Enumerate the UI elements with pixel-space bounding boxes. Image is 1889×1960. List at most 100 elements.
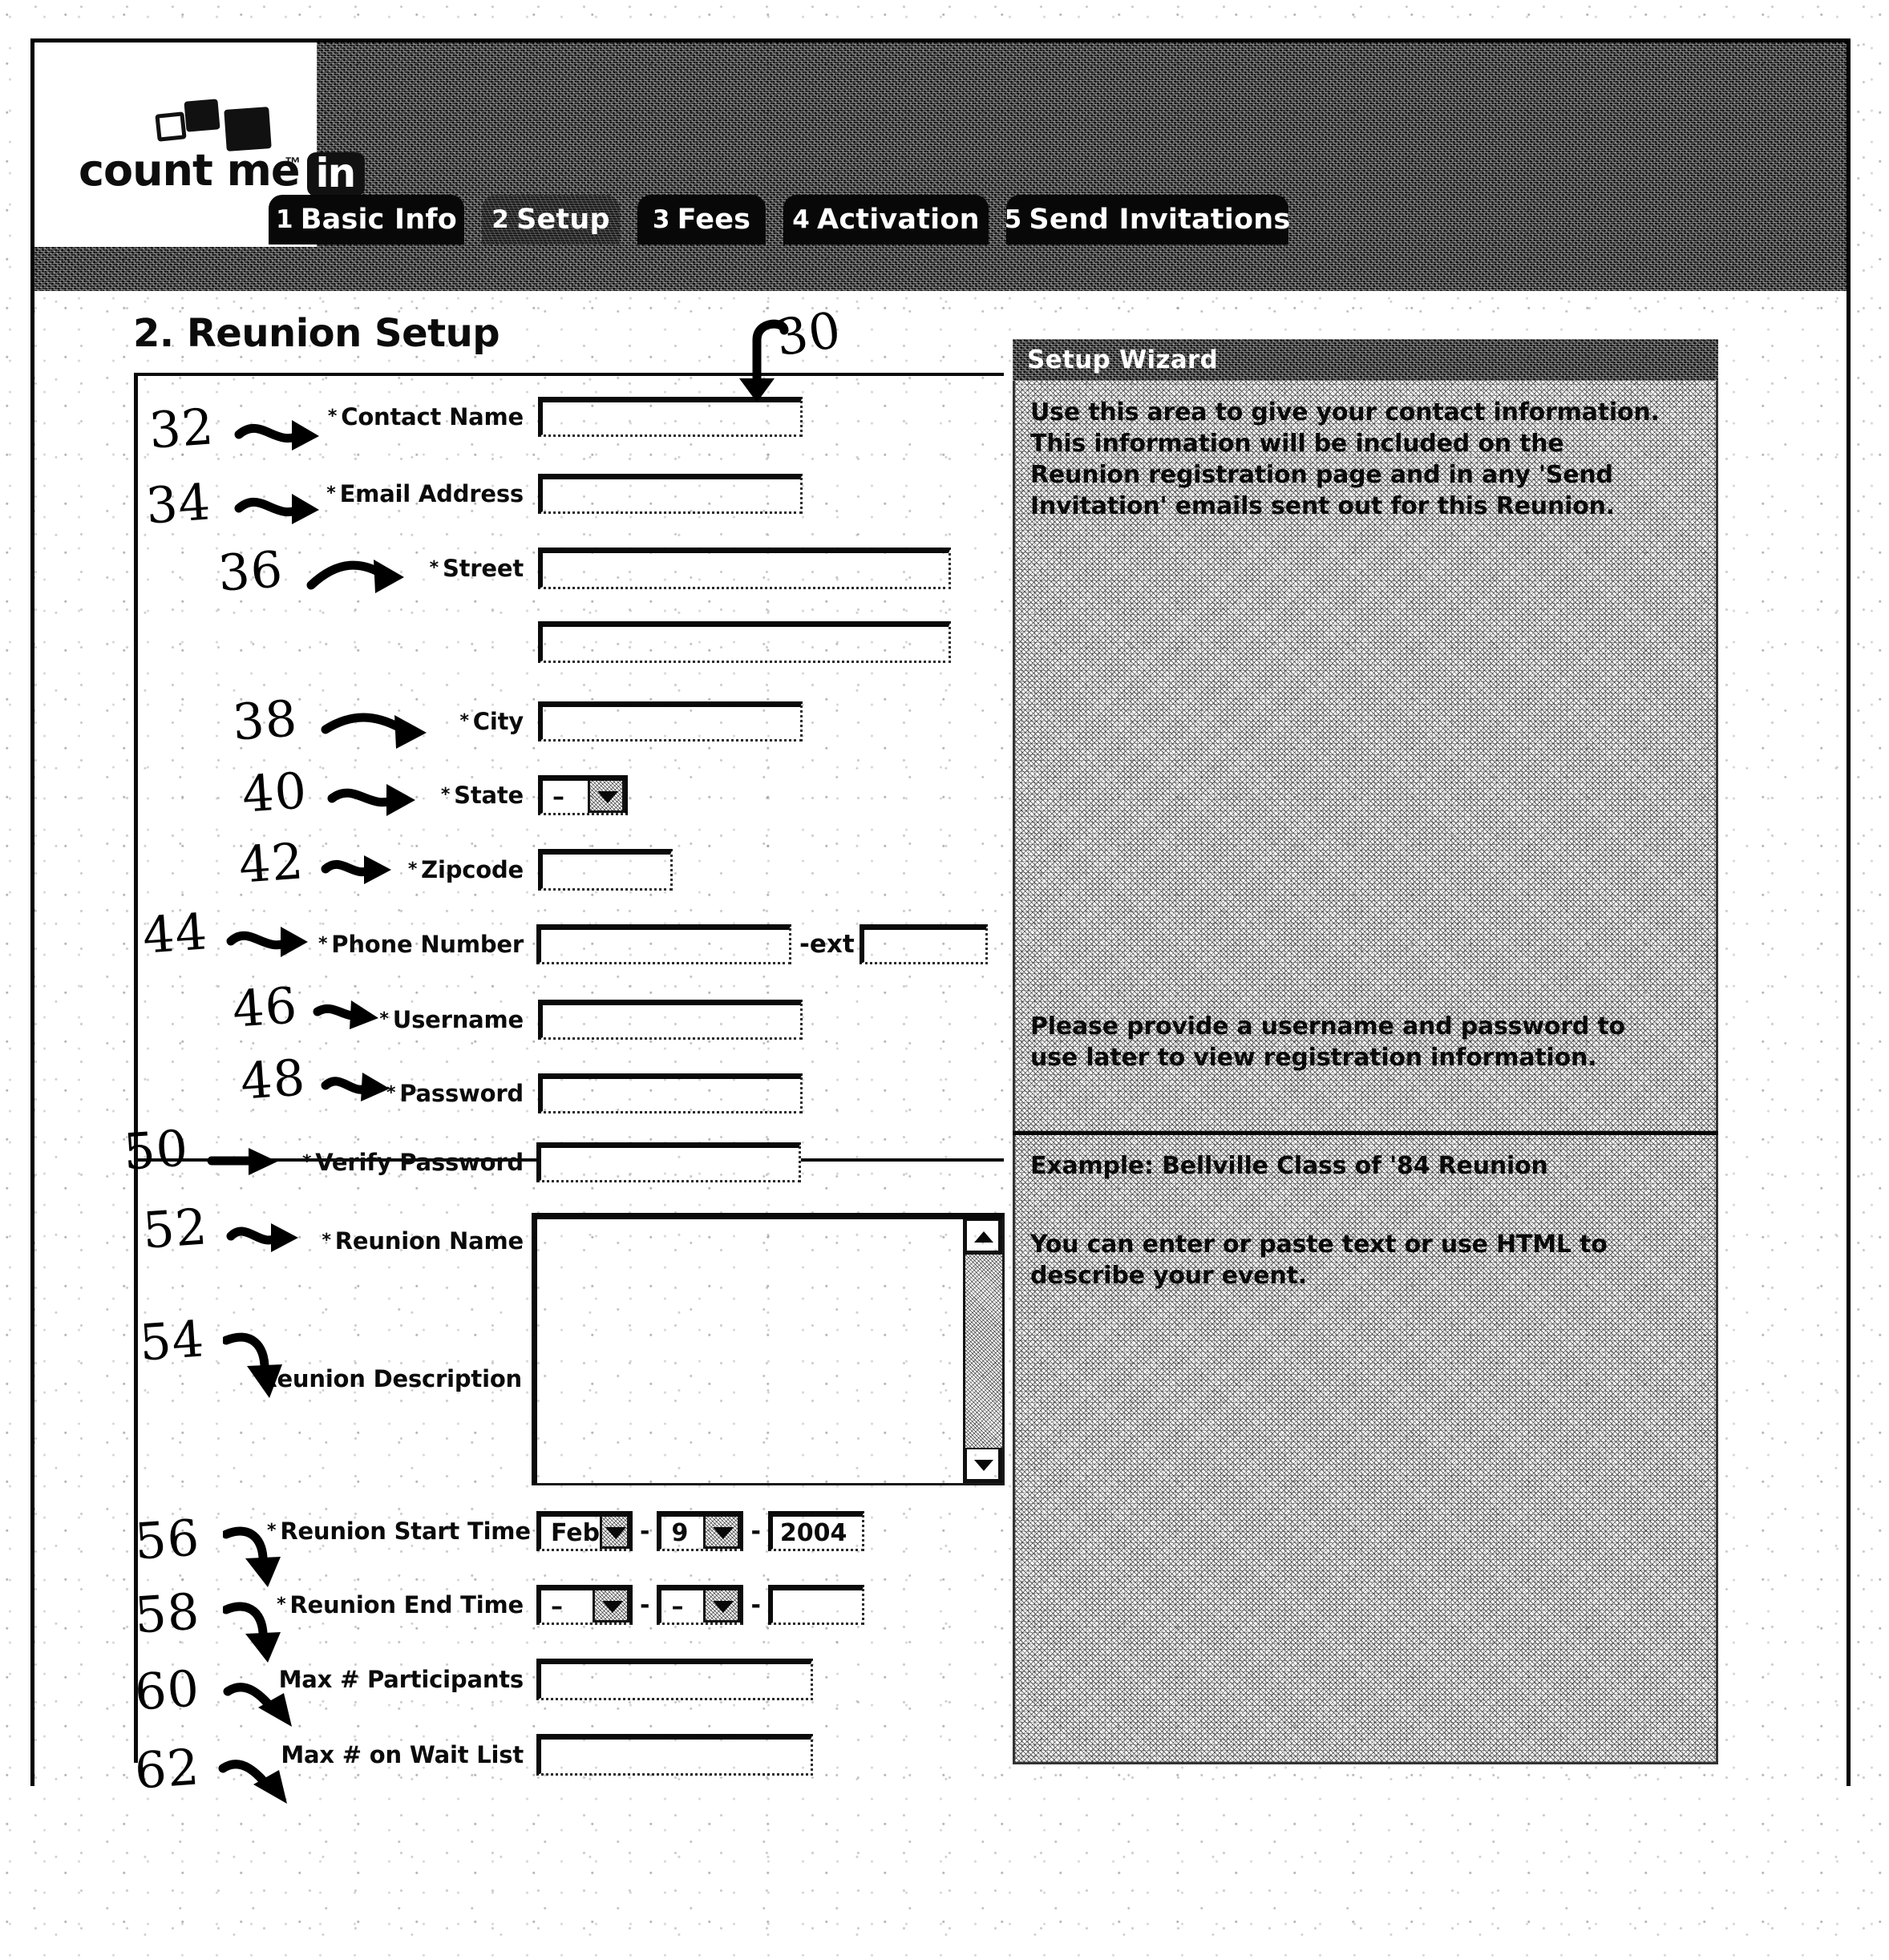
logo-in-badge: in bbox=[306, 152, 366, 196]
tab-activation-label: Activation bbox=[817, 204, 980, 236]
setup-wizard-paragraph-credentials: Please provide a username and password t… bbox=[1030, 1012, 1625, 1072]
callout-58: 58 bbox=[132, 1582, 202, 1645]
chevron-down-icon[interactable] bbox=[593, 1590, 629, 1623]
page-title: 2. Reunion Setup bbox=[133, 311, 500, 356]
callout-46-arrow-icon bbox=[313, 1000, 378, 1029]
chevron-down-icon[interactable] bbox=[600, 1517, 629, 1549]
callout-60-arrow-icon bbox=[223, 1683, 292, 1727]
label-username-text: Username bbox=[392, 1006, 524, 1033]
chevron-down-icon[interactable] bbox=[588, 781, 625, 813]
input-password[interactable] bbox=[538, 1073, 803, 1113]
callout-54: 54 bbox=[137, 1309, 207, 1372]
callout-38: 38 bbox=[230, 689, 300, 752]
select-start-day[interactable]: 9 bbox=[657, 1511, 744, 1551]
setup-wizard-title: Setup Wizard bbox=[1027, 346, 1219, 374]
field-row-max-participants: Max # Participants bbox=[267, 1659, 1005, 1700]
required-mark: * bbox=[440, 785, 451, 805]
label-zipcode-text: Zipcode bbox=[421, 856, 524, 883]
input-city[interactable] bbox=[538, 701, 803, 742]
label-reunion-name-text: Reunion Name bbox=[334, 1227, 524, 1255]
field-row-contact-name: * Contact Name bbox=[291, 397, 1005, 437]
callout-40-arrow-icon bbox=[327, 784, 415, 816]
input-street-line2[interactable] bbox=[538, 621, 951, 663]
required-mark: * bbox=[322, 1231, 331, 1251]
callout-42: 42 bbox=[237, 831, 306, 895]
label-reunion-start-time: * Reunion Start Time bbox=[267, 1517, 531, 1545]
required-mark: * bbox=[459, 711, 469, 731]
input-max-wait-list[interactable] bbox=[536, 1734, 813, 1776]
callout-48: 48 bbox=[238, 1048, 308, 1111]
callout-56: 56 bbox=[132, 1508, 202, 1571]
select-state-value: – bbox=[552, 782, 564, 811]
callout-34-arrow-icon bbox=[234, 494, 319, 524]
app-header: count me in ™ 1 Basic Info 2 Setup 3 Fees… bbox=[34, 42, 1847, 309]
tab-basic-info[interactable]: 1 Basic Info bbox=[269, 195, 464, 244]
tab-fees-number: 3 bbox=[652, 205, 670, 234]
input-phone-number[interactable] bbox=[536, 924, 791, 964]
input-username[interactable] bbox=[538, 1000, 803, 1040]
input-end-year[interactable] bbox=[767, 1585, 864, 1625]
select-end-day[interactable]: – bbox=[657, 1585, 744, 1625]
select-start-month-value: Feb bbox=[551, 1518, 601, 1547]
setup-wizard-paragraph-contact: Use this area to give your contact infor… bbox=[1030, 398, 1660, 520]
label-city-text: City bbox=[472, 708, 524, 735]
logo-wordmark: count me in bbox=[79, 145, 366, 196]
logo-square-outline-icon bbox=[155, 111, 187, 142]
date-separator-1: - bbox=[640, 1517, 650, 1546]
callout-36: 36 bbox=[216, 540, 285, 603]
input-max-participants[interactable] bbox=[536, 1659, 813, 1700]
callout-40: 40 bbox=[240, 761, 309, 824]
tab-send-invitations-label: Send Invitations bbox=[1029, 204, 1291, 236]
input-email-address[interactable] bbox=[538, 474, 803, 514]
input-verify-password[interactable] bbox=[536, 1142, 801, 1182]
input-start-year[interactable]: 2004 bbox=[767, 1511, 864, 1551]
callout-42-arrow-icon bbox=[321, 855, 391, 884]
select-start-day-value: 9 bbox=[671, 1518, 689, 1547]
select-end-month[interactable]: – bbox=[536, 1585, 633, 1625]
tab-basic-info-label: Basic Info bbox=[300, 204, 458, 236]
field-row-email-address: * Email Address bbox=[291, 474, 1005, 514]
tab-fees[interactable]: 3 Fees bbox=[637, 195, 766, 244]
label-contact-name-text: Contact Name bbox=[341, 403, 524, 430]
input-phone-extension[interactable] bbox=[859, 924, 988, 964]
label-reunion-start-time-text: Reunion Start Time bbox=[280, 1517, 531, 1545]
tab-setup-label: Setup bbox=[516, 204, 610, 236]
field-row-max-wait-list: Max # on Wait List bbox=[267, 1734, 1005, 1776]
scroll-down-icon[interactable] bbox=[965, 1448, 1002, 1483]
label-state-text: State bbox=[454, 782, 524, 809]
tab-setup-number: 2 bbox=[491, 205, 510, 234]
date-separator-4: - bbox=[750, 1590, 761, 1619]
logo-square-mid-icon bbox=[184, 99, 220, 132]
chevron-down-icon[interactable] bbox=[703, 1590, 741, 1623]
textarea-reunion-description[interactable] bbox=[532, 1213, 1005, 1485]
label-verify-password: * Verify Password bbox=[275, 1149, 524, 1176]
callout-46: 46 bbox=[230, 976, 300, 1039]
input-street-line1[interactable] bbox=[538, 548, 951, 589]
tab-basic-info-number: 1 bbox=[275, 205, 293, 234]
input-zipcode[interactable] bbox=[538, 849, 673, 891]
callout-30-arrow-icon bbox=[739, 319, 789, 402]
tab-activation-number: 4 bbox=[792, 205, 811, 234]
scrollbar-vertical[interactable] bbox=[963, 1219, 1002, 1483]
scroll-up-icon[interactable] bbox=[965, 1219, 1002, 1255]
required-mark: * bbox=[301, 1152, 312, 1172]
callout-60: 60 bbox=[132, 1659, 202, 1722]
select-state[interactable]: – bbox=[538, 775, 628, 815]
logo-wordmark-text: count me bbox=[79, 145, 300, 196]
textarea-reunion-description-content[interactable] bbox=[537, 1219, 963, 1483]
callout-52: 52 bbox=[140, 1197, 210, 1260]
tab-fees-label: Fees bbox=[677, 204, 751, 236]
date-separator-3: - bbox=[640, 1590, 650, 1619]
select-start-month[interactable]: Feb bbox=[536, 1511, 633, 1551]
tab-activation[interactable]: 4 Activation bbox=[783, 195, 989, 244]
chevron-down-icon[interactable] bbox=[703, 1517, 741, 1549]
field-row-street-line2 bbox=[538, 621, 951, 663]
tab-setup[interactable]: 2 Setup bbox=[482, 195, 620, 244]
field-row-verify-password: * Verify Password bbox=[275, 1142, 1005, 1182]
callout-44: 44 bbox=[140, 902, 210, 965]
callout-50: 50 bbox=[121, 1118, 191, 1182]
field-row-reunion-end-time: * Reunion End Time – - – - bbox=[267, 1585, 1005, 1625]
callout-58-arrow-icon bbox=[223, 1602, 281, 1663]
tab-send-invitations[interactable]: 5 Send Invitations bbox=[1005, 195, 1291, 244]
label-street-text: Street bbox=[442, 555, 524, 582]
